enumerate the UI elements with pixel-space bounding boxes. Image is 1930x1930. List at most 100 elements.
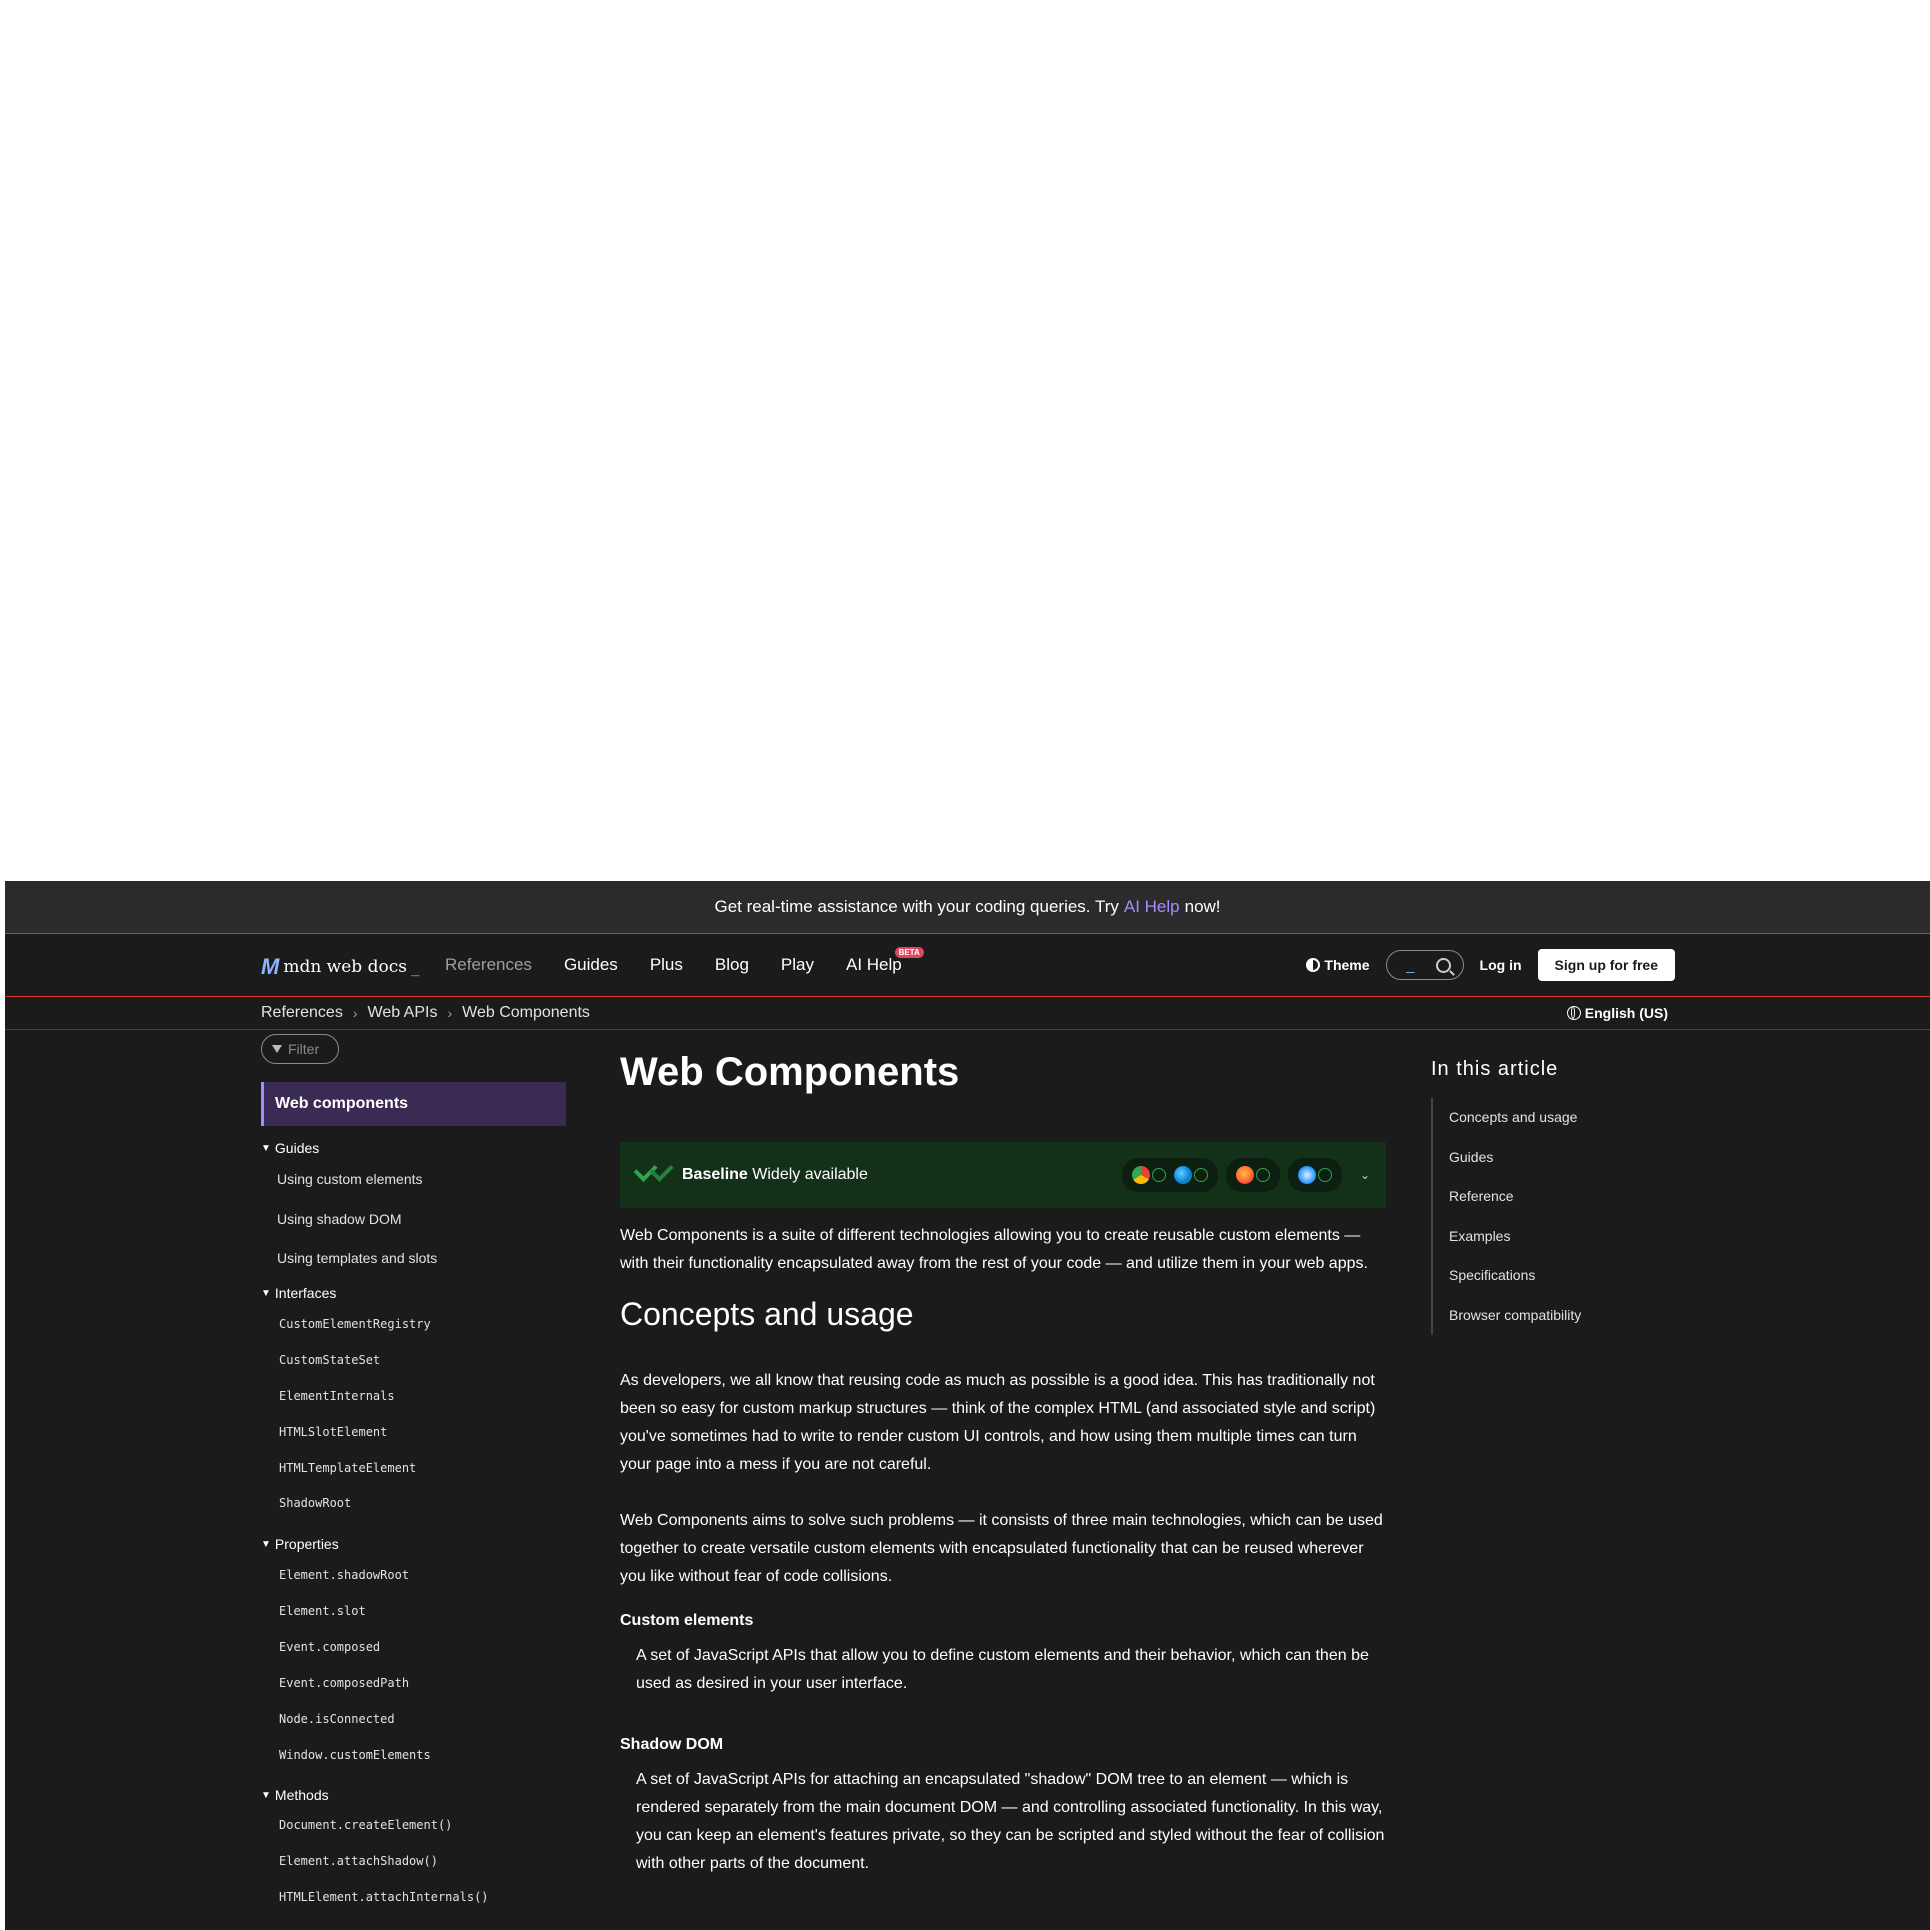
toc-item-concepts[interactable]: Concepts and usage [1449,1098,1649,1138]
sidebar-item[interactable]: Using shadow DOM [261,1211,402,1227]
sidebar-item[interactable]: HTMLElement.attachInternals() [261,1890,489,1904]
search-cursor: _ [1406,957,1415,973]
chromium-browsers [1121,1158,1218,1192]
sidebar-item[interactable]: HTMLTemplateElement [261,1461,416,1475]
check-icon [1255,1168,1270,1182]
sidebar-item[interactable]: Event.composed [261,1640,380,1654]
group-label: Methods [274,1787,329,1803]
check-icon [1193,1168,1208,1182]
baseline-banner[interactable]: Baseline Widely available ⌄ [620,1142,1386,1208]
nav-plus[interactable]: Plus [650,955,683,975]
custom-elements-description: A set of JavaScript APIs that allow you … [636,1647,1369,1692]
breadcrumb-web-components[interactable]: Web Components [462,1004,590,1022]
intro-paragraph: Web Components is a suite of different t… [620,1227,1368,1272]
filter-icon [272,1045,282,1053]
safari-icon [1297,1166,1316,1184]
mdn-app: Get real-time assistance with your codin… [5,881,1930,1930]
firefox-browser [1225,1158,1280,1192]
breadcrumb-web-apis[interactable]: Web APIs [368,1004,438,1022]
toc-list: Concepts and usage Guides Reference Exam… [1431,1098,1649,1335]
language-switcher[interactable]: English (US) [1566,1005,1668,1021]
sidebar-group-guides[interactable]: ▼ Guides [261,1137,319,1159]
toc-item-reference[interactable]: Reference [1449,1177,1649,1217]
check-icon [1317,1168,1332,1182]
baseline-text: Widely available [752,1166,868,1183]
nav-ai-help[interactable]: AI Help BETA [846,947,924,975]
sidebar-item[interactable]: CustomElementRegistry [261,1317,431,1331]
toc-item-guides[interactable]: Guides [1449,1138,1649,1178]
logo-cursor-icon: _ [410,957,420,977]
sidebar-item[interactable]: Document.createElement() [261,1818,452,1832]
mdn-logo-icon: M [261,954,279,979]
chevron-down-icon[interactable]: ⌄ [1360,1168,1370,1182]
group-label: Interfaces [274,1285,337,1301]
sidebar-group-properties[interactable]: ▼ Properties [261,1533,339,1555]
sidebar-group-methods[interactable]: ▼ Methods [261,1784,329,1806]
triangle-down-icon: ▼ [261,1142,271,1154]
banner-text-end: now! [1184,897,1221,916]
header-tools: Theme _ Log in Sign up for free [1306,934,1675,996]
banner-text: Get real-time assistance with your codin… [714,897,1119,916]
nav-references[interactable]: References [445,955,532,975]
nav-guides[interactable]: Guides [564,955,618,975]
theme-switcher[interactable]: Theme [1306,957,1370,973]
sidebar-item[interactable]: HTMLSlotElement [261,1425,387,1439]
chevron-right-icon: › [352,1005,358,1021]
login-link[interactable]: Log in [1480,957,1522,973]
toc-item-browser-compatibility[interactable]: Browser compatibility [1449,1296,1649,1336]
browser-support: ⌄ [1121,1158,1370,1192]
filter-placeholder: Filter [288,1041,320,1057]
breadcrumb: References › Web APIs › Web Components [261,1004,590,1022]
nav-ai-help-label: AI Help [846,955,902,974]
language-label: English (US) [1584,1005,1668,1021]
toc-title: In this article [1431,1058,1559,1080]
heading-shadow-dom: Shadow DOM [620,1736,724,1753]
ai-help-banner: Get real-time assistance with your codin… [5,881,1930,933]
group-label: Guides [274,1140,320,1156]
sidebar-group-interfaces[interactable]: ▼ Interfaces [261,1282,336,1304]
search-icon [1435,957,1451,973]
chevron-right-icon: › [447,1005,453,1021]
sidebar-heading-web-components[interactable]: Web components [261,1082,566,1126]
toc-item-specifications[interactable]: Specifications [1449,1256,1649,1296]
sidebar-item[interactable]: Element.slot [261,1604,366,1618]
main-menu: References Guides Plus Blog Play AI Help… [445,934,924,996]
theme-label: Theme [1324,957,1370,973]
chrome-icon [1131,1166,1150,1184]
triangle-down-icon: ▼ [261,1287,271,1299]
signup-button[interactable]: Sign up for free [1537,949,1675,981]
logo-text: mdn web docs [283,957,407,977]
safari-browser [1287,1158,1342,1192]
sidebar-item[interactable]: Using custom elements [261,1171,423,1187]
nav-play[interactable]: Play [781,955,814,975]
banner-ai-help-link[interactable]: AI Help [1124,897,1180,917]
theme-icon [1306,958,1321,972]
sidebar-item[interactable]: Event.composedPath [261,1676,409,1690]
heading-concepts-and-usage: Concepts and usage [620,1296,914,1332]
search-input[interactable]: _ [1385,950,1464,980]
concepts-paragraph-2: Web Components aims to solve such proble… [620,1512,1383,1585]
sidebar-item[interactable]: ShadowRoot [261,1496,351,1510]
heading-custom-elements: Custom elements [620,1612,754,1629]
baseline-label: Baseline Widely available [682,1166,868,1184]
globe-icon [1566,1006,1581,1020]
page-title: Web Components [620,1050,960,1094]
sidebar-item[interactable]: CustomStateSet [261,1353,380,1367]
nav-blog[interactable]: Blog [715,955,749,975]
sidebar-item[interactable]: Element.attachShadow() [261,1854,438,1868]
top-navigation: M mdn web docs _ References Guides Plus … [5,933,1930,997]
sidebar-item[interactable]: Using templates and slots [261,1250,437,1266]
baseline-bold: Baseline [682,1166,748,1183]
group-label: Properties [274,1536,339,1552]
breadcrumb-references[interactable]: References [261,1004,343,1022]
sidebar-item[interactable]: Window.customElements [261,1748,431,1762]
sidebar-filter-input[interactable]: Filter [261,1034,339,1064]
sidebar-item[interactable]: Node.isConnected [261,1712,395,1726]
mdn-logo[interactable]: M mdn web docs _ [261,954,419,980]
beta-badge: BETA [894,947,924,958]
sidebar-item[interactable]: ElementInternals [261,1389,395,1403]
firefox-icon [1235,1166,1254,1184]
sidebar-item[interactable]: Element.shadowRoot [261,1568,409,1582]
toc-item-examples[interactable]: Examples [1449,1217,1649,1257]
baseline-check-icon [636,1165,672,1185]
